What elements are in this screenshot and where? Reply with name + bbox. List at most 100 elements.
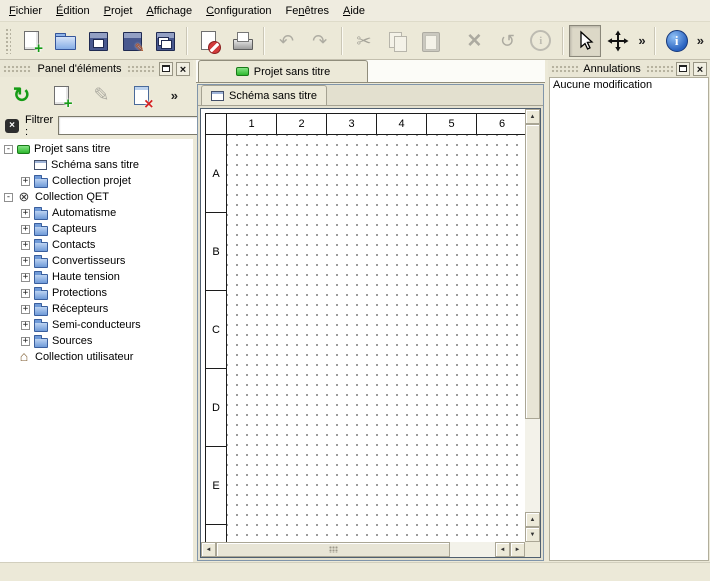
status-bar xyxy=(0,562,710,581)
expand-expander[interactable]: + xyxy=(21,241,30,250)
tree-item-recepteurs[interactable]: + Récepteurs xyxy=(2,301,193,317)
scroll-down-button[interactable] xyxy=(525,527,540,542)
save-as-button[interactable] xyxy=(116,25,148,57)
menu-projet-label: Projet xyxy=(104,5,133,17)
tree-item-collection-qet[interactable]: - Collection QET xyxy=(2,189,193,205)
close-file-button[interactable] xyxy=(193,25,225,57)
tree-item-contacts[interactable]: + Contacts xyxy=(2,237,193,253)
scroll-left-button[interactable] xyxy=(201,542,216,557)
panel-toolbar-overflow-chevron[interactable]: » xyxy=(168,88,181,103)
delete-element-icon xyxy=(130,84,154,108)
undo-history-list[interactable]: Aucune modification xyxy=(549,77,709,561)
toolbar-overflow-chevron-2[interactable]: » xyxy=(694,33,707,48)
vertical-scroll-track[interactable] xyxy=(525,124,540,512)
undo-panel-header[interactable]: Annulations xyxy=(548,60,710,77)
menu-fenetres[interactable]: Fenêtres xyxy=(279,2,336,20)
toolbar-gap xyxy=(447,40,457,41)
schema-tab[interactable]: Schéma sans titre xyxy=(201,85,327,105)
save-button[interactable] xyxy=(82,25,114,57)
expand-expander[interactable]: + xyxy=(21,289,30,298)
element-info-button[interactable] xyxy=(525,25,557,57)
expand-expander[interactable]: + xyxy=(21,225,30,234)
undo-list-item[interactable]: Aucune modification xyxy=(553,79,705,93)
tree-item-protections[interactable]: + Protections xyxy=(2,285,193,301)
scroll-left-button-right[interactable] xyxy=(495,542,510,557)
scroll-up-button-bottom[interactable] xyxy=(525,512,540,527)
expand-expander[interactable]: + xyxy=(21,305,30,314)
tree-item-label: Collection QET xyxy=(35,191,109,203)
rotate-button[interactable] xyxy=(491,25,523,57)
tree-item-semi-conducteurs[interactable]: + Semi-conducteurs xyxy=(2,317,193,333)
elements-panel-header[interactable]: Panel d'éléments xyxy=(0,60,193,77)
horizontal-scroll-track[interactable] xyxy=(216,542,495,557)
print-button[interactable] xyxy=(226,25,258,57)
close-panel-button[interactable] xyxy=(693,62,707,76)
folder-icon xyxy=(34,226,48,236)
float-panel-button[interactable] xyxy=(159,62,173,76)
pan-mode-button[interactable] xyxy=(602,25,634,57)
open-project-button[interactable] xyxy=(49,25,81,57)
expand-expander[interactable]: + xyxy=(21,257,30,266)
expand-expander[interactable]: + xyxy=(21,209,30,218)
tree-item-haute-tension[interactable]: + Haute tension xyxy=(2,269,193,285)
vertical-scroll-thumb[interactable] xyxy=(525,124,540,419)
cut-button[interactable] xyxy=(348,25,380,57)
expand-expander[interactable]: + xyxy=(21,321,30,330)
collapse-expander[interactable]: - xyxy=(4,193,13,202)
mdi-area: Projet sans titre Schéma sans titre xyxy=(196,60,545,562)
tree-item-collection-utilisateur[interactable]: Collection utilisateur xyxy=(2,349,193,365)
scroll-right-button[interactable] xyxy=(510,542,525,557)
menu-projet[interactable]: Projet xyxy=(97,2,140,20)
schema-tab-label: Schéma sans titre xyxy=(229,90,317,102)
vertical-scrollbar[interactable] xyxy=(525,109,540,542)
copy-button[interactable] xyxy=(381,25,413,57)
folder-icon xyxy=(34,258,48,268)
horizontal-scroll-thumb[interactable] xyxy=(216,542,450,557)
close-file-icon xyxy=(197,29,221,53)
reload-collections-button[interactable] xyxy=(6,80,37,111)
collapse-expander[interactable]: - xyxy=(4,145,13,154)
save-all-button[interactable] xyxy=(149,25,181,57)
about-button[interactable] xyxy=(661,25,693,57)
delete-button[interactable] xyxy=(458,25,490,57)
undo-button[interactable] xyxy=(270,25,302,57)
ruler-corner xyxy=(206,114,227,134)
tree-item-label: Contacts xyxy=(52,239,95,251)
elements-panel-title: Panel d'éléments xyxy=(35,63,123,75)
toolbar-drag-handle[interactable] xyxy=(5,28,11,54)
scroll-up-button[interactable] xyxy=(525,109,540,124)
edit-element-button[interactable] xyxy=(86,80,117,111)
new-element-button[interactable] xyxy=(46,80,77,111)
delete-element-button[interactable] xyxy=(126,80,157,111)
paste-button[interactable] xyxy=(414,25,446,57)
project-tab[interactable]: Projet sans titre xyxy=(198,60,368,82)
float-panel-button[interactable] xyxy=(676,62,690,76)
expand-expander[interactable]: + xyxy=(21,177,30,186)
tree-item-schema[interactable]: Schéma sans titre xyxy=(2,157,193,173)
tree-item-collection-projet[interactable]: + Collection projet xyxy=(2,173,193,189)
tree-item-sources[interactable]: + Sources xyxy=(2,333,193,349)
column-header: 4 xyxy=(377,114,427,134)
clear-filter-button[interactable] xyxy=(4,117,20,135)
filter-input[interactable] xyxy=(58,116,208,135)
tree-item-convertisseurs[interactable]: + Convertisseurs xyxy=(2,253,193,269)
tree-item-label: Collection projet xyxy=(52,175,131,187)
horizontal-scrollbar[interactable] xyxy=(201,542,525,557)
close-panel-button[interactable] xyxy=(176,62,190,76)
menu-configuration[interactable]: Configuration xyxy=(199,2,278,20)
tree-item-capteurs[interactable]: + Capteurs xyxy=(2,221,193,237)
menu-edition[interactable]: Édition xyxy=(49,2,97,20)
select-mode-button[interactable] xyxy=(569,25,601,57)
tree-item-automatisme[interactable]: + Automatisme xyxy=(2,205,193,221)
diagram-canvas[interactable]: 1 2 3 4 5 6 A B C xyxy=(201,109,525,542)
expand-expander[interactable]: + xyxy=(21,273,30,282)
menu-affichage[interactable]: Affichage xyxy=(139,2,199,20)
print-icon xyxy=(230,29,254,53)
redo-button[interactable] xyxy=(304,25,336,57)
menu-fichier[interactable]: Fichier xyxy=(2,2,49,20)
expand-expander[interactable]: + xyxy=(21,337,30,346)
menu-aide[interactable]: Aide xyxy=(336,2,372,20)
new-document-button[interactable] xyxy=(16,25,48,57)
tree-item-project[interactable]: - Projet sans titre xyxy=(2,141,193,157)
toolbar-overflow-chevron[interactable]: » xyxy=(635,33,648,48)
